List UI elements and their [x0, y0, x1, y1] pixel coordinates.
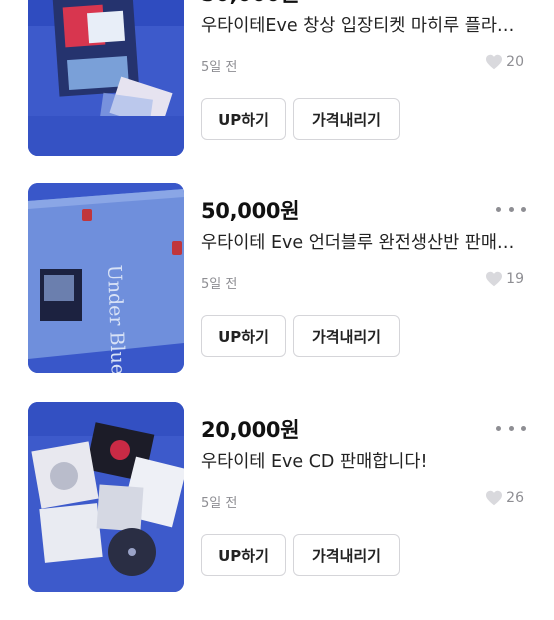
price-down-button[interactable]: 가격내리기	[293, 315, 400, 357]
price-down-button[interactable]: 가격내리기	[293, 534, 400, 576]
product-thumbnail[interactable]: Under Blue	[28, 183, 184, 373]
product-photo	[28, 0, 184, 156]
more-options-button[interactable]	[496, 205, 526, 213]
product-photo	[28, 402, 184, 592]
heart-icon	[486, 271, 503, 287]
more-dots-icon	[496, 206, 501, 212]
more-dots-icon	[496, 425, 501, 431]
like-count: 19	[485, 271, 524, 287]
listing-item[interactable]: 20,000원 우타이테 Eve CD 판매합니다! 5일 전 26 UP하기 …	[0, 402, 554, 620]
product-photo: Under Blue	[28, 183, 184, 373]
posted-time: 5일 전	[201, 60, 238, 75]
listing-item[interactable]: Under Blue 50,000원 우타이테 Eve 언더블루 완전생산반 판…	[0, 183, 554, 401]
up-button[interactable]: UP하기	[201, 315, 286, 357]
heart-icon	[486, 54, 503, 70]
album-cover-text: Under Blue	[103, 264, 129, 373]
like-count-value: 26	[506, 490, 524, 506]
up-button[interactable]: UP하기	[201, 98, 286, 140]
up-button[interactable]: UP하기	[201, 534, 286, 576]
like-count: 26	[485, 490, 524, 506]
product-thumbnail[interactable]	[28, 402, 184, 592]
posted-time: 5일 전	[201, 496, 238, 511]
price-label: 20,000원	[201, 418, 300, 442]
price-down-button[interactable]: 가격내리기	[293, 98, 400, 140]
like-count-value: 19	[506, 271, 524, 287]
heart-icon	[486, 490, 503, 506]
price-label: 50,000원	[201, 0, 300, 8]
listing-title[interactable]: 우타이테 Eve CD 판매합니다!	[201, 448, 531, 473]
listing-item[interactable]: 50,000원 우타이테Eve 창상 입장티켓 마히루 플라… 5일 전 20 …	[0, 0, 554, 184]
like-count: 20	[485, 54, 524, 70]
posted-time: 5일 전	[201, 277, 238, 292]
listing-title[interactable]: 우타이테Eve 창상 입장티켓 마히루 플라…	[201, 12, 531, 37]
price-label: 50,000원	[201, 199, 300, 223]
product-thumbnail[interactable]	[28, 0, 184, 156]
like-count-value: 20	[506, 54, 524, 70]
more-options-button[interactable]	[496, 424, 526, 432]
listing-title[interactable]: 우타이테 Eve 언더블루 완전생산반 판매…	[201, 229, 531, 254]
